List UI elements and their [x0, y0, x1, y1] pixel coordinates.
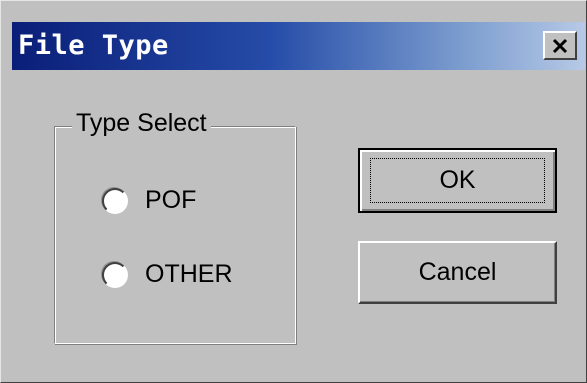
title-bar[interactable]: File Type: [12, 22, 585, 70]
cancel-button[interactable]: Cancel: [358, 241, 557, 304]
window-title: File Type: [18, 30, 169, 61]
radio-option-other[interactable]: OTHER: [102, 260, 233, 289]
close-button[interactable]: [543, 31, 577, 60]
ok-focus-rectangle: [370, 158, 545, 203]
radio-button-pof[interactable]: [102, 187, 128, 214]
cancel-button-label: Cancel: [418, 258, 497, 286]
radio-button-other[interactable]: [102, 261, 128, 288]
radio-label-pof: POF: [145, 186, 197, 214]
close-x-icon: [550, 37, 570, 55]
type-select-group-label: Type Select: [72, 109, 211, 138]
ok-button[interactable]: OK: [358, 148, 557, 213]
type-select-groupbox: [54, 126, 296, 344]
file-type-dialog: File Type Type Select POF OTHER OK Cance…: [0, 0, 587, 383]
radio-label-other: OTHER: [145, 260, 233, 288]
radio-option-pof[interactable]: POF: [102, 186, 196, 215]
